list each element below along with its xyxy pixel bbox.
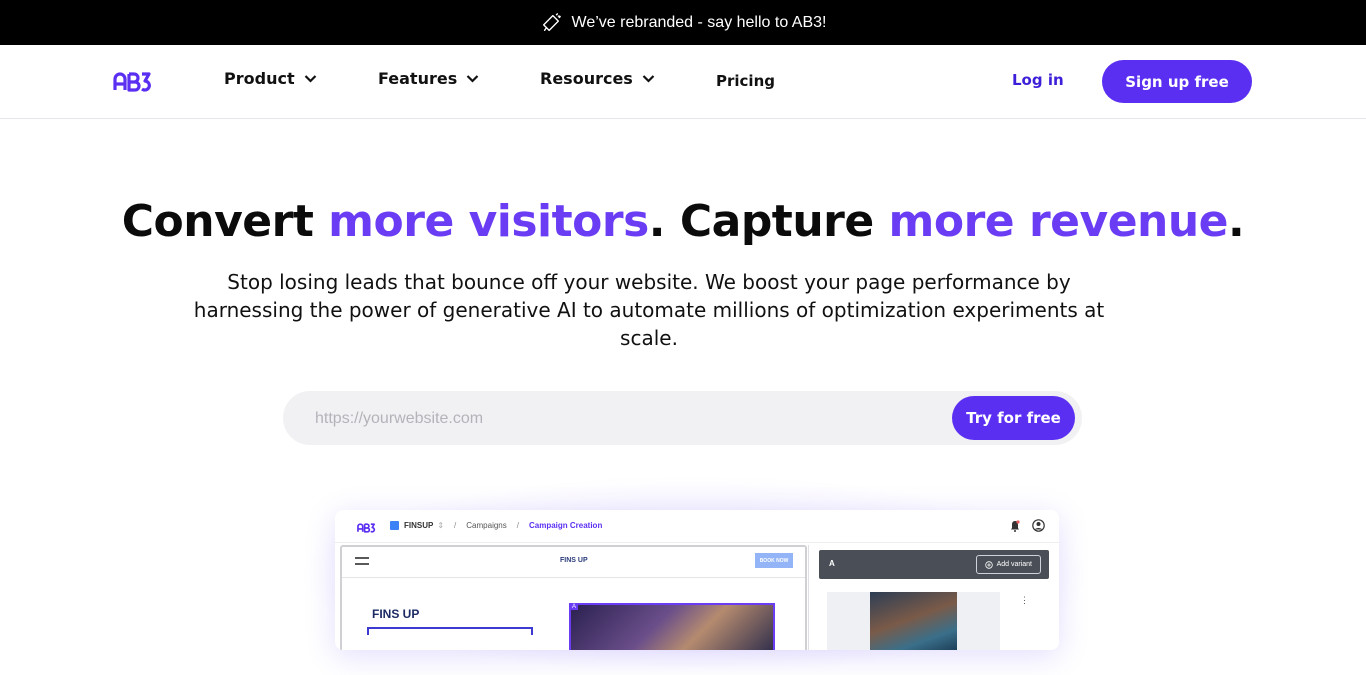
ab3-logo[interactable]	[113, 72, 155, 96]
nav-features[interactable]: Features	[378, 69, 479, 88]
announcement-banner[interactable]: We’ve rebranded - say hello to AB3!	[0, 0, 1366, 45]
nav-features-label: Features	[378, 69, 458, 88]
preview-topbar: FINSUP ⇕ / Campaigns / Campaign Creation	[335, 510, 1059, 543]
site-header-preview: FINS UP BOOK NOW	[342, 547, 805, 578]
preview-breadcrumb: FINSUP ⇕ / Campaigns / Campaign Creation	[390, 521, 602, 530]
url-search-bar: Try for free	[283, 391, 1082, 445]
chevron-down-icon	[642, 75, 655, 83]
add-variant-label: Add variant	[996, 561, 1032, 568]
nav-pricing[interactable]: Pricing	[716, 72, 775, 90]
nav-resources-label: Resources	[540, 69, 633, 88]
preview-topbar-icons	[1010, 519, 1045, 532]
crumb-separator: /	[516, 521, 519, 530]
chevron-down-icon	[304, 75, 316, 83]
hamburger-menu-icon	[355, 557, 369, 565]
crumb-workspace: FINSUP	[404, 521, 434, 530]
selection-outline	[367, 627, 533, 635]
crumb-active: Campaign Creation	[528, 521, 603, 530]
site-hero-image: A	[569, 603, 775, 650]
headline-part3: .	[1228, 196, 1245, 247]
chevron-down-icon	[466, 75, 479, 83]
hero-headline: Convert more visitors. Capture more reve…	[0, 196, 1366, 247]
signup-button-label: Sign up free	[1125, 72, 1229, 91]
chevron-updown-icon: ⇕	[437, 521, 445, 530]
try-for-free-label: Try for free	[966, 409, 1061, 427]
website-url-input[interactable]	[313, 406, 917, 432]
site-brand: FINS UP	[560, 557, 588, 564]
book-now-button: BOOK NOW	[755, 553, 793, 568]
nav-product-label: Product	[224, 69, 295, 88]
plus-circle-icon	[984, 560, 993, 569]
bell-icon	[1011, 519, 1020, 532]
workspace-icon	[390, 521, 399, 530]
nav-resources[interactable]: Resources	[540, 69, 655, 88]
add-variant-button: Add variant	[975, 555, 1041, 574]
top-navbar: Product Features Resources Pricing Log i…	[0, 45, 1366, 119]
signup-button[interactable]: Sign up free	[1102, 60, 1252, 103]
banner-text: We’ve rebranded - say hello to AB3!	[571, 13, 827, 31]
product-preview: FINSUP ⇕ / Campaigns / Campaign Creation…	[335, 510, 1059, 650]
variant-pane: A Add variant ⋮	[808, 545, 1054, 650]
hero-subtitle: Stop losing leads that bounce off your w…	[193, 270, 1105, 350]
page-editor-pane: FINS UP BOOK NOW FINS UP A	[340, 545, 807, 650]
variant-label: A	[829, 559, 835, 568]
variant-header: A Add variant	[819, 550, 1049, 579]
login-link[interactable]: Log in	[1012, 71, 1064, 89]
variant-image	[870, 592, 957, 650]
preview-logo	[357, 520, 377, 538]
crumb-separator: /	[454, 521, 457, 530]
variant-card	[827, 592, 1000, 650]
crumb-campaigns: Campaigns	[466, 521, 507, 530]
image-variant-tag: A	[570, 604, 579, 610]
headline-part1: Convert	[121, 196, 329, 247]
more-options-icon: ⋮	[1020, 595, 1029, 605]
try-for-free-button[interactable]: Try for free	[952, 396, 1075, 440]
megaphone-icon	[542, 12, 561, 31]
logo-mark	[357, 523, 376, 533]
site-hero-title: FINS UP	[372, 607, 420, 621]
headline-accent-visitors: more visitors	[328, 196, 649, 247]
headline-part2: . Capture	[648, 196, 889, 247]
nav-pricing-label: Pricing	[716, 72, 775, 90]
nav-product[interactable]: Product	[224, 69, 317, 88]
logo-mark	[113, 72, 151, 92]
user-avatar-icon	[1032, 519, 1045, 532]
headline-accent-revenue: more revenue	[888, 196, 1229, 247]
